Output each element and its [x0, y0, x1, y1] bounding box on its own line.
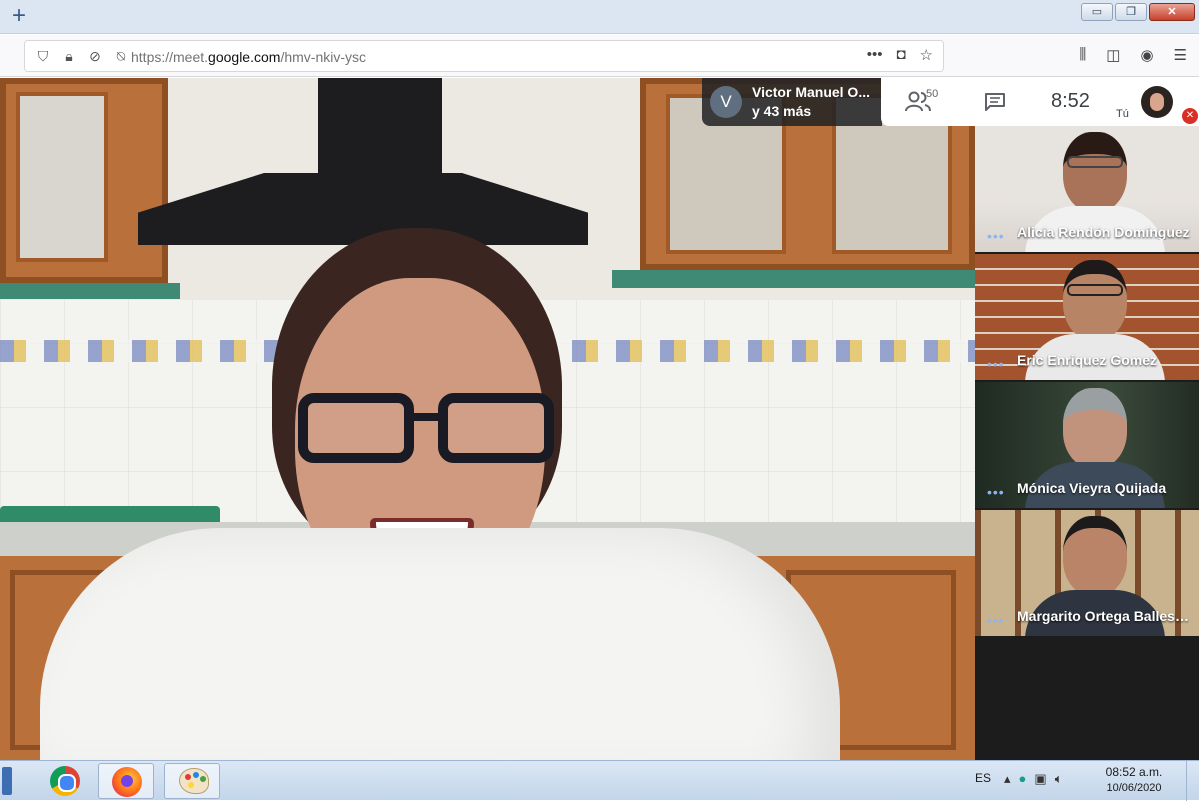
sidebar-icon[interactable]: ◫	[1106, 46, 1120, 64]
tile-more-icon[interactable]: •••	[987, 228, 1005, 244]
window-controls: ▭ ❐ ✕	[1081, 3, 1195, 21]
participant-tile[interactable]: ••• Alicia Rendón Domínguez	[975, 126, 1199, 252]
close-button[interactable]: ✕	[1149, 3, 1195, 21]
volume-icon[interactable]: 🔈︎	[1055, 771, 1063, 787]
windows-taskbar: ES ▴ ● ▣ 🔈︎ 08:52 a.m. 10/06/2020	[0, 760, 1199, 801]
minimize-button[interactable]: ▭	[1081, 3, 1113, 21]
tile-more-icon[interactable]: •••	[987, 612, 1005, 628]
participant-count: 50	[926, 88, 939, 100]
range-hood	[318, 78, 442, 178]
presenter-chip[interactable]: V Victor Manuel O... y 43 más	[702, 78, 882, 126]
menu-icon[interactable]: ☰	[1174, 46, 1187, 64]
mic-off-icon: ✕	[1182, 108, 1198, 124]
self-avatar[interactable]	[1141, 86, 1173, 118]
presenter-name: Victor Manuel O...	[752, 84, 870, 100]
system-date[interactable]: 10/06/2020	[1104, 782, 1164, 794]
participant-name: Mónica Vieyra Quijada	[1017, 480, 1167, 496]
participant-tile[interactable]: ••• Mónica Vieyra Quijada	[975, 382, 1199, 508]
participant-name: Alicia Rendón Domínguez	[1017, 224, 1190, 240]
account-icon[interactable]: ◉	[1140, 46, 1153, 64]
speaker-video	[40, 228, 840, 760]
tile-more-icon[interactable]: •••	[987, 356, 1005, 372]
camera-blocked-icon[interactable]: ⊘	[87, 47, 103, 65]
lock-icon[interactable]: 🔒︎	[61, 47, 77, 65]
taskbar-paint[interactable]	[164, 763, 220, 799]
restore-button[interactable]: ❐	[1115, 3, 1147, 21]
shield-icon[interactable]: ⛉	[35, 47, 51, 65]
chat-icon[interactable]	[984, 92, 1006, 112]
self-label: Tú	[1116, 108, 1129, 120]
participant-tiles: ••• Alicia Rendón Domínguez ••• Eric Enr…	[975, 126, 1199, 760]
paint-icon	[179, 768, 209, 794]
more-icon[interactable]: •••	[867, 46, 883, 64]
participant-tile[interactable]: ••• Margarito Ortega Ballester...	[975, 510, 1199, 636]
address-bar[interactable]: ⛉ 🔒︎ ⊘ ⍉ https://meet.google.com/hmv-nki…	[24, 40, 944, 72]
url-prefix: https://meet.	[131, 49, 209, 65]
url-path: /hmv-nkiv-ysc	[280, 49, 366, 65]
tile-more-icon[interactable]: •••	[987, 484, 1005, 500]
firefox-icon	[112, 767, 142, 797]
show-desktop-button[interactable]	[1186, 761, 1199, 801]
participant-name: Eric Enriquez Gomez	[1017, 352, 1158, 368]
antivirus-icon[interactable]: ●	[1019, 771, 1027, 787]
mic-blocked-icon[interactable]: ⍉	[113, 47, 129, 65]
url-host: google.com	[208, 49, 281, 65]
pocket-icon[interactable]: ◘	[896, 46, 905, 64]
library-icon[interactable]: ⫼	[1079, 46, 1086, 64]
meeting-clock: 8:52	[1051, 90, 1090, 112]
taskbar-chrome[interactable]	[36, 763, 92, 799]
main-video-feed[interactable]: V Victor Manuel O... y 43 más	[0, 78, 975, 760]
new-tab-button[interactable]: +	[12, 4, 26, 28]
participant-name: Margarito Ortega Ballester...	[1017, 608, 1193, 624]
taskbar-firefox[interactable]	[98, 763, 154, 799]
url-text[interactable]: https://meet.google.com/hmv-nkiv-ysc	[131, 49, 366, 65]
system-time[interactable]: 08:52 a.m.	[1104, 765, 1164, 779]
start-button[interactable]	[2, 767, 12, 795]
navigation-toolbar: ⛉ 🔒︎ ⊘ ⍉ https://meet.google.com/hmv-nki…	[0, 35, 1199, 77]
star-icon[interactable]: ☆	[920, 46, 933, 64]
participant-tile[interactable]: ••• Eric Enriquez Gomez	[975, 254, 1199, 380]
meet-top-bar: 50 8:52 Tú ✕	[881, 78, 1199, 126]
meeting-stage: V Victor Manuel O... y 43 más 50 8:52 Tú…	[0, 78, 1199, 760]
network-icon[interactable]: ▣	[1034, 771, 1046, 787]
presenter-others: y 43 más	[752, 103, 812, 119]
window-titlebar: + ▭ ❐ ✕	[0, 0, 1199, 34]
chrome-icon	[50, 766, 80, 796]
input-language[interactable]: ES	[975, 771, 991, 785]
presenter-avatar: V	[710, 86, 742, 118]
show-hidden-icons-icon[interactable]: ▴	[1004, 771, 1011, 787]
